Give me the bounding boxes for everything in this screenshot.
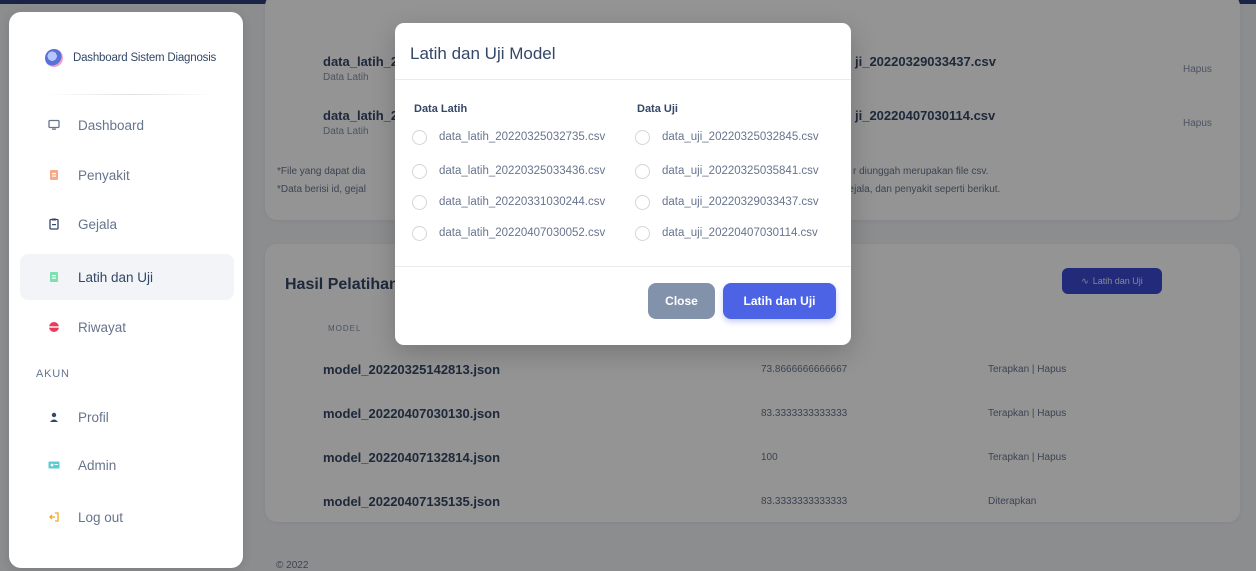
sidebar-item-admin[interactable]: Admin (20, 442, 234, 488)
modal-title: Latih dan Uji Model (410, 44, 556, 63)
option-label: data_uji_20220325035841.csv (662, 165, 819, 177)
radio-button[interactable] (412, 129, 427, 145)
option-label: data_latih_20220407030052.csv (439, 227, 606, 239)
logo-icon (45, 49, 63, 67)
radio-button[interactable] (412, 163, 427, 179)
close-button[interactable]: Close (648, 283, 715, 319)
user-icon (48, 411, 60, 423)
modal-footer-divider (395, 266, 851, 267)
test-option[interactable]: data_uji_20220325035841.csv (635, 161, 819, 181)
option-label: data_uji_20220329033437.csv (662, 196, 819, 208)
sidebar-item-label: Admin (78, 457, 117, 473)
train-data-header: Data Latih (414, 103, 468, 115)
sidebar-item-label: Latih dan Uji (78, 269, 154, 285)
option-label: data_uji_20220325032845.csv (662, 131, 819, 143)
sidebar-item-label: Riwayat (78, 319, 127, 335)
globe-icon (48, 321, 60, 333)
radio-button[interactable] (412, 225, 427, 241)
modal-header: Latih dan Uji Model (395, 23, 851, 80)
sidebar-item-label: Log out (78, 509, 124, 525)
radio-button[interactable] (635, 163, 650, 179)
test-data-header: Data Uji (637, 103, 678, 115)
sidebar-item-label: Dashboard (78, 117, 145, 133)
sidebar-item-label: Penyakit (78, 167, 130, 183)
sidebar-item-profil[interactable]: Profil (20, 394, 234, 440)
sidebar-item-penyakit[interactable]: Penyakit (20, 152, 234, 198)
document-icon (48, 271, 60, 283)
test-option[interactable]: data_uji_20220329033437.csv (635, 192, 819, 212)
train-option[interactable]: data_latih_20220325033436.csv (412, 161, 605, 181)
sidebar-item-logout[interactable]: Log out (20, 494, 234, 540)
file-icon (48, 169, 60, 181)
option-label: data_uji_20220407030114.csv (662, 227, 818, 239)
clipboard-icon (48, 218, 60, 230)
brand-name: Dashboard Sistem Diagnosis (73, 52, 217, 64)
train-test-modal: Latih dan Uji Model Data Latih Data Uji … (395, 23, 851, 345)
sidebar-item-dashboard[interactable]: Dashboard (20, 102, 234, 148)
sidebar-item-label: Gejala (78, 216, 118, 232)
train-option[interactable]: data_latih_20220331030244.csv (412, 192, 605, 212)
monitor-icon (48, 119, 60, 131)
test-option[interactable]: data_uji_20220407030114.csv (635, 223, 818, 243)
option-label: data_latih_20220325032735.csv (439, 131, 606, 143)
radio-button[interactable] (635, 225, 650, 241)
option-label: data_latih_20220331030244.csv (439, 196, 606, 208)
sidebar: Dashboard Sistem Diagnosis Dashboard Pen… (9, 12, 243, 568)
radio-button[interactable] (412, 194, 427, 210)
test-option[interactable]: data_uji_20220325032845.csv (635, 127, 819, 147)
sidebar-item-riwayat[interactable]: Riwayat (20, 304, 234, 350)
sidebar-item-gejala[interactable]: Gejala (20, 201, 234, 247)
logout-icon (48, 511, 60, 523)
train-option[interactable]: data_latih_20220325032735.csv (412, 127, 605, 147)
train-option[interactable]: data_latih_20220407030052.csv (412, 223, 605, 243)
brand[interactable]: Dashboard Sistem Diagnosis (45, 46, 216, 70)
id-card-icon (48, 459, 60, 471)
section-label-akun: AKUN (36, 368, 70, 380)
train-test-submit-button[interactable]: Latih dan Uji (723, 283, 836, 319)
radio-button[interactable] (635, 129, 650, 145)
divider (45, 94, 217, 95)
radio-button[interactable] (635, 194, 650, 210)
sidebar-item-latih-dan-uji[interactable]: Latih dan Uji (20, 254, 234, 300)
sidebar-item-label: Profil (78, 409, 109, 425)
option-label: data_latih_20220325033436.csv (439, 165, 606, 177)
